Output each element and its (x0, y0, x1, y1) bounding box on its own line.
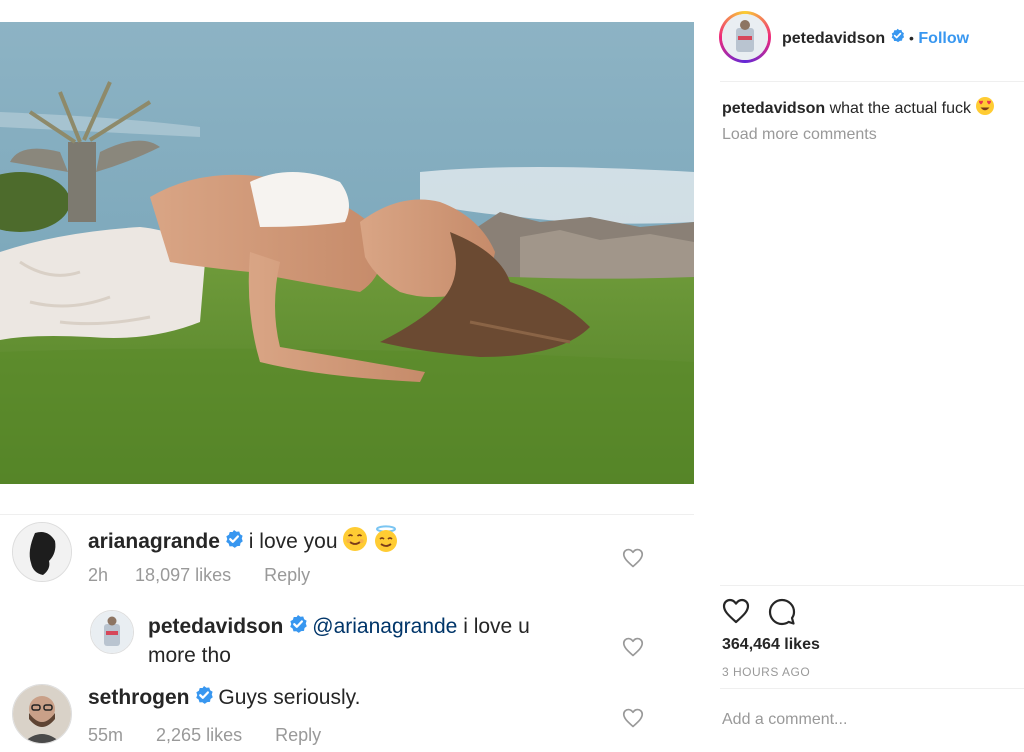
comment-2-like-button[interactable] (622, 637, 644, 662)
comment-3-like-button[interactable] (622, 708, 644, 733)
caption-text: what the actual fuck (829, 100, 972, 118)
verified-badge-icon (224, 529, 244, 559)
comment-1-like-button[interactable] (622, 548, 644, 573)
comment-3-text: Guys seriously. (218, 686, 361, 709)
load-more-comments-link[interactable]: Load more comments (722, 126, 877, 144)
comment-3-likes[interactable]: 2,265 likes (156, 725, 242, 745)
actions-divider (720, 585, 1024, 586)
heart-icon (722, 598, 750, 624)
comment-box-divider (720, 688, 1024, 689)
comment-2-text: i love u (457, 615, 530, 638)
comment-1-text: i love you (248, 530, 338, 554)
halo-emoji (372, 525, 400, 563)
likes-count[interactable]: 364,464 likes (722, 636, 820, 654)
post-timestamp: 3 HOURS AGO (722, 665, 811, 679)
post-photo[interactable] (0, 22, 694, 484)
verified-badge-icon (890, 28, 905, 50)
comment-3-meta: 55m 2,265 likes Reply (88, 725, 321, 746)
comment-3-user[interactable]: sethrogen (88, 686, 190, 709)
follow-button[interactable]: Follow (918, 30, 969, 47)
add-comment-input[interactable]: Add a comment... (722, 711, 847, 729)
reply-avatar[interactable] (90, 610, 134, 654)
heart-icon (622, 708, 644, 728)
smiling-emoji (342, 526, 368, 562)
comment-1-reply-button[interactable]: Reply (264, 565, 310, 585)
comment-icon (768, 598, 796, 626)
comment-1-meta: 2h 18,097 likes Reply (88, 565, 310, 586)
author-username[interactable]: petedavidson (782, 30, 885, 47)
comment-2: petedavidson @arianagrande i love u more… (148, 614, 608, 671)
post-header: petedavidson • Follow (782, 27, 969, 49)
comment-2-user[interactable]: petedavidson (148, 615, 283, 638)
comments-divider (0, 514, 694, 515)
comment-1: arianagrande i love you (88, 525, 400, 553)
comment-1-time[interactable]: 2h (88, 565, 108, 585)
header-separator: • (909, 30, 914, 46)
comment-2-mention[interactable]: @arianagrande (312, 615, 457, 638)
comment-2-text-continued: more tho (148, 644, 231, 668)
comment-3: sethrogen Guys seriously. (88, 684, 360, 712)
header-divider (720, 81, 1024, 82)
verified-badge-icon (288, 614, 308, 643)
heart-icon (622, 637, 644, 657)
comment-button[interactable] (768, 598, 796, 631)
author-avatar[interactable] (719, 11, 771, 63)
commenter-avatar[interactable] (12, 684, 72, 744)
heart-icon (622, 548, 644, 568)
comment-3-time[interactable]: 55m (88, 725, 123, 745)
comment-1-likes[interactable]: 18,097 likes (135, 565, 231, 585)
like-button[interactable] (722, 598, 750, 629)
comment-1-user[interactable]: arianagrande (88, 530, 220, 553)
heart-eyes-emoji (975, 96, 995, 122)
commenter-avatar[interactable] (12, 522, 72, 582)
comment-3-reply-button[interactable]: Reply (275, 725, 321, 745)
caption-author[interactable]: petedavidson (722, 100, 825, 117)
verified-badge-icon (194, 685, 214, 715)
caption: petedavidson what the actual fuck (722, 96, 1022, 122)
